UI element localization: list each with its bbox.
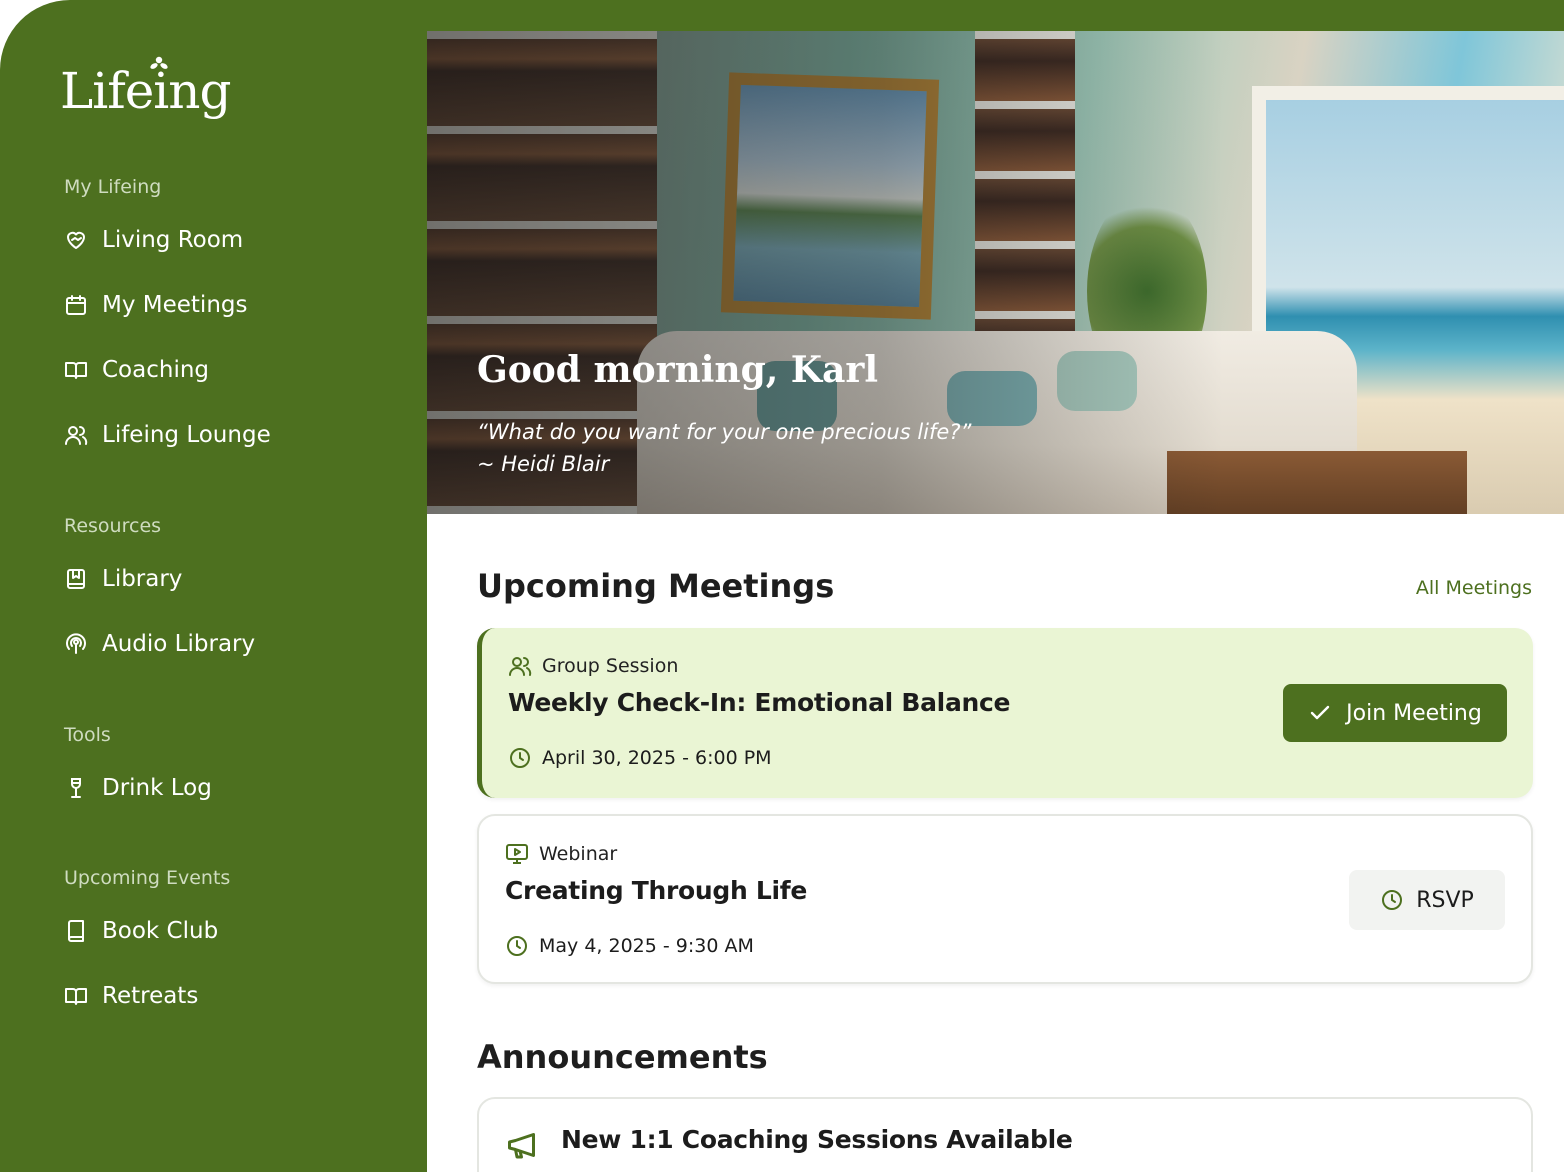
meeting-kind: Group Session — [508, 654, 678, 678]
meeting-kind: Webinar — [505, 842, 617, 866]
sidebar-item-label: Audio Library — [102, 631, 256, 657]
group-icon — [509, 657, 532, 676]
bookmark-book-icon — [64, 567, 88, 591]
join-meeting-button[interactable]: Join Meeting — [1283, 684, 1507, 742]
upcoming-meetings-title: Upcoming Meetings — [477, 567, 835, 605]
all-meetings-link[interactable]: All Meetings — [1416, 577, 1532, 599]
rsvp-label: RSVP — [1416, 887, 1474, 913]
check-icon — [1310, 705, 1330, 720]
sidebar-item-label: Living Room — [102, 227, 244, 253]
heart-hands-icon — [64, 228, 88, 252]
meeting-card[interactable]: Group Session Weekly Check-In: Emotional… — [477, 628, 1533, 798]
join-meeting-label: Join Meeting — [1346, 700, 1482, 726]
sidebar-item-drink-log[interactable]: Drink Log — [64, 770, 212, 806]
announcements-title: Announcements — [477, 1038, 768, 1076]
meeting-datetime: April 30, 2025 - 6:00 PM — [508, 746, 772, 770]
sidebar-item-living-room[interactable]: Living Room — [64, 222, 243, 258]
open-book-icon — [64, 984, 88, 1008]
clock-icon — [510, 748, 530, 768]
sidebar-item-label: My Meetings — [102, 292, 248, 318]
meeting-datetime: May 4, 2025 - 9:30 AM — [505, 934, 754, 958]
announcement-title: New 1:1 Coaching Sessions Available — [561, 1125, 1073, 1154]
sidebar-item-library[interactable]: Library — [64, 561, 182, 597]
sidebar-item-label: Lifeing Lounge — [102, 422, 271, 448]
sidebar-item-lifeing-lounge[interactable]: Lifeing Lounge — [64, 417, 271, 453]
section-label-my-lifeing: My Lifeing — [64, 176, 162, 198]
announcement-card[interactable]: New 1:1 Coaching Sessions Available — [477, 1097, 1533, 1172]
meeting-title: Weekly Check-In: Emotional Balance — [508, 688, 1011, 717]
section-label-tools: Tools — [64, 724, 111, 746]
sidebar-item-label: Coaching — [102, 357, 210, 383]
meeting-title: Creating Through Life — [505, 876, 808, 905]
greeting-heading: Good morning, Karl — [477, 349, 879, 391]
meeting-datetime-text: April 30, 2025 - 6:00 PM — [542, 747, 772, 769]
meeting-card[interactable]: Webinar Creating Through Life May 4, 202… — [477, 814, 1533, 984]
wine-glass-icon — [64, 776, 88, 800]
clock-icon — [1382, 890, 1403, 910]
sidebar-item-coaching[interactable]: Coaching — [64, 352, 209, 388]
book-icon — [64, 919, 88, 943]
sidebar-item-book-club[interactable]: Book Club — [64, 913, 218, 949]
open-book-icon — [64, 358, 88, 382]
megaphone-icon — [508, 1133, 535, 1159]
daily-quote: “What do you want for your one precious … — [477, 416, 971, 480]
sprout-icon — [150, 56, 168, 69]
quote-author: ~ Heidi Blair — [477, 452, 610, 476]
meeting-kind-label: Webinar — [539, 843, 618, 865]
calendar-icon — [64, 293, 88, 317]
users-icon — [64, 423, 88, 447]
sidebar-item-retreats[interactable]: Retreats — [64, 978, 198, 1014]
sidebar-item-label: Book Club — [102, 918, 219, 944]
quote-text: “What do you want for your one precious … — [477, 420, 972, 444]
sidebar-item-label: Retreats — [102, 983, 199, 1009]
clock-icon — [507, 936, 527, 956]
section-label-upcoming-events: Upcoming Events — [64, 867, 231, 889]
rsvp-button[interactable]: RSVP — [1349, 870, 1505, 930]
sidebar-item-label: Library — [102, 566, 183, 592]
lifeing-logo[interactable]: Lifeing — [60, 56, 231, 120]
app-window: Lifeing My Lifeing Living Room My Meetin… — [0, 0, 1564, 1172]
meeting-datetime-text: May 4, 2025 - 9:30 AM — [539, 935, 754, 957]
sidebar-item-my-meetings[interactable]: My Meetings — [64, 287, 247, 323]
podcast-icon — [64, 632, 88, 656]
webinar-icon — [506, 844, 528, 864]
hero-banner: Good morning, Karl “What do you want for… — [427, 31, 1564, 514]
logo-text: Lifeing — [60, 62, 231, 120]
sidebar-item-audio-library[interactable]: Audio Library — [64, 626, 255, 662]
section-label-resources: Resources — [64, 515, 162, 537]
meeting-kind-label: Group Session — [542, 655, 679, 677]
sidebar: Lifeing My Lifeing Living Room My Meetin… — [0, 0, 427, 1172]
main-content: Good morning, Karl “What do you want for… — [427, 31, 1564, 1172]
sidebar-item-label: Drink Log — [102, 775, 212, 801]
